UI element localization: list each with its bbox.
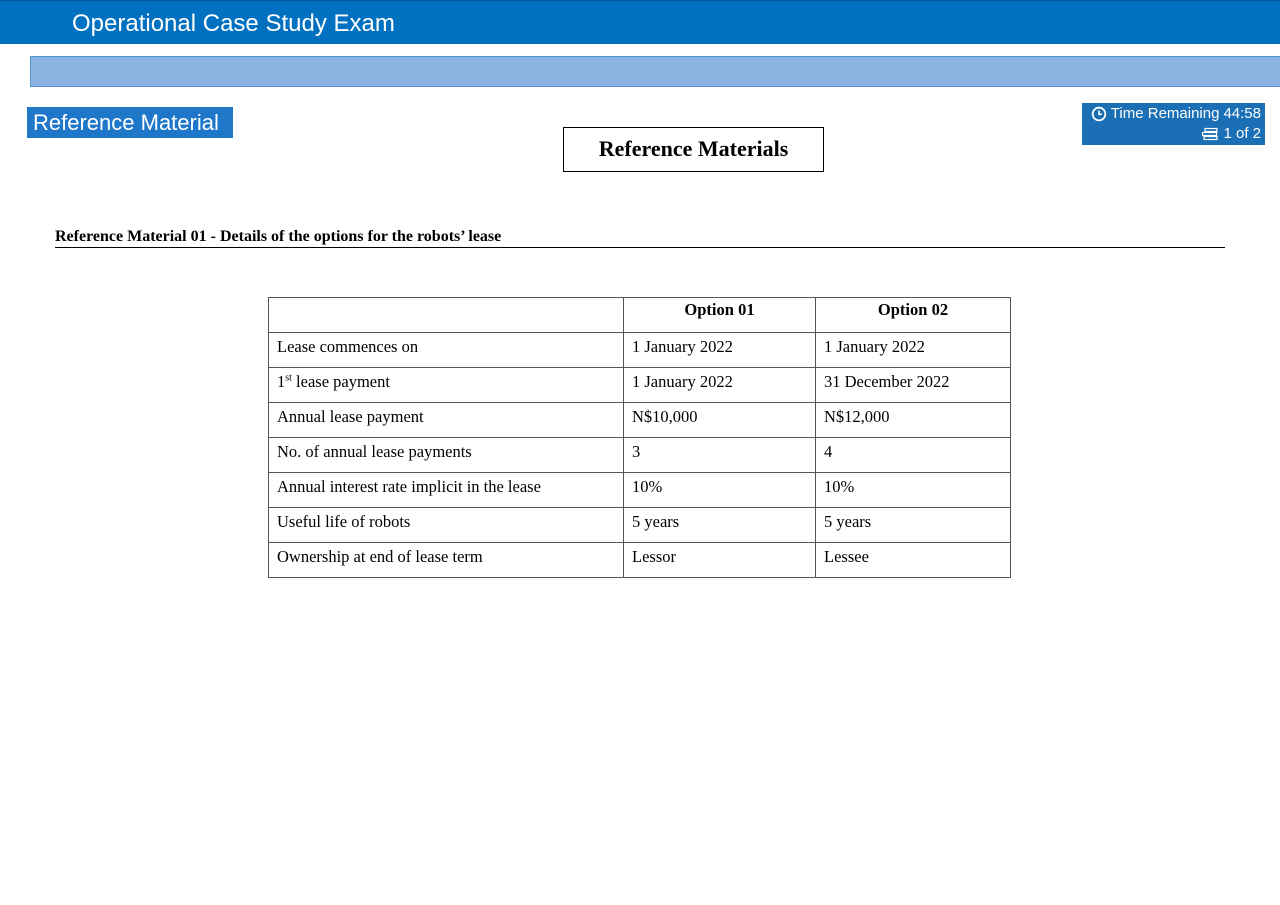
- table-header-option01: Option 01: [623, 297, 816, 333]
- option01-value: 5 years: [623, 507, 816, 543]
- timer-panel: Time Remaining 44:58 1 of 2: [1082, 103, 1265, 145]
- page-navigator[interactable]: 1 of 2: [1201, 124, 1261, 144]
- lease-options-table: Option 01 Option 02 Lease commences on 1…: [268, 297, 1011, 578]
- option01-value: 10%: [623, 472, 816, 508]
- option01-value: Lessor: [623, 542, 816, 578]
- row-label: Ownership at end of lease term: [268, 542, 624, 578]
- toolbar-strip: [30, 56, 1280, 87]
- app-title: Operational Case Study Exam: [72, 10, 395, 37]
- table-header-option02: Option 02: [815, 297, 1011, 333]
- clock-icon: [1091, 106, 1106, 122]
- option01-value: 1 January 2022: [623, 332, 816, 368]
- table-row: 1st lease payment 1 January 2022 31 Dece…: [268, 367, 1011, 403]
- row-label-ordinal: 1: [277, 372, 286, 391]
- table-row: Annual interest rate implicit in the lea…: [268, 472, 1011, 508]
- row-label: No. of annual lease payments: [268, 437, 624, 473]
- option01-value: 3: [623, 437, 816, 473]
- time-remaining: Time Remaining 44:58: [1091, 104, 1261, 124]
- option02-value: 4: [815, 437, 1011, 473]
- row-label-text: lease payment: [291, 372, 390, 391]
- reference-material-button[interactable]: Reference Material: [27, 107, 233, 138]
- option02-value: 10%: [815, 472, 1011, 508]
- page-indicator: 1 of 2: [1223, 125, 1261, 142]
- row-label-ordinal-suffix: st: [285, 372, 292, 384]
- table-row: No. of annual lease payments 3 4: [268, 437, 1011, 473]
- reference-materials-heading: Reference Materials: [563, 127, 824, 172]
- table-row: Lease commences on 1 January 2022 1 Janu…: [268, 332, 1011, 368]
- option02-value: Lessee: [815, 542, 1011, 578]
- option01-value: N$10,000: [623, 402, 816, 438]
- time-remaining-label: Time Remaining: [1110, 105, 1220, 122]
- option02-value: 5 years: [815, 507, 1011, 543]
- table-header-row: Option 01 Option 02: [268, 297, 1011, 333]
- row-label: Annual interest rate implicit in the lea…: [268, 472, 624, 508]
- pages-icon: [1202, 127, 1219, 141]
- option01-value: 1 January 2022: [623, 367, 816, 403]
- option02-value: N$12,000: [815, 402, 1011, 438]
- time-remaining-value: 44:58: [1223, 105, 1261, 122]
- table-row: Annual lease payment N$10,000 N$12,000: [268, 402, 1011, 438]
- section-title: Reference Material 01 - Details of the o…: [55, 227, 1225, 248]
- row-label: Annual lease payment: [268, 402, 624, 438]
- table-row: Ownership at end of lease term Lessor Le…: [268, 542, 1011, 578]
- title-bar: Operational Case Study Exam: [0, 0, 1280, 44]
- table-header-blank: [268, 297, 624, 333]
- option02-value: 1 January 2022: [815, 332, 1011, 368]
- row-label: Useful life of robots: [268, 507, 624, 543]
- row-label: 1st lease payment: [268, 367, 624, 403]
- row-label: Lease commences on: [268, 332, 624, 368]
- option02-value: 31 December 2022: [815, 367, 1011, 403]
- table-row: Useful life of robots 5 years 5 years: [268, 507, 1011, 543]
